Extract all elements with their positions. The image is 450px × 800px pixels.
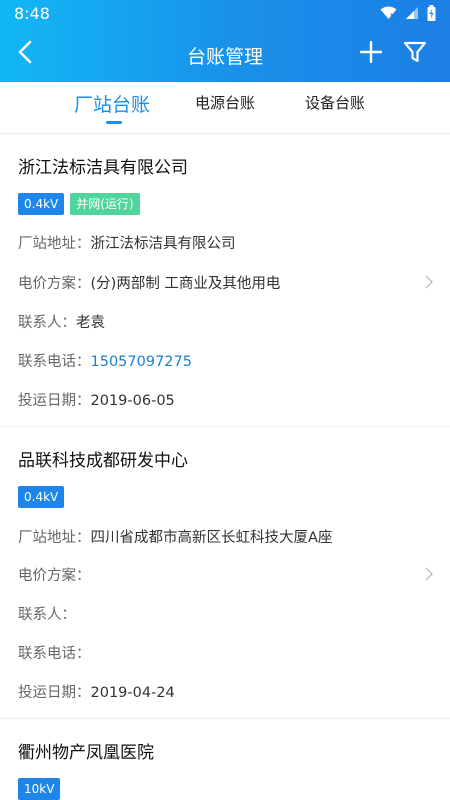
battery-icon <box>427 5 436 21</box>
phone-row: 联系电话：15057097275 <box>18 350 192 371</box>
voltage-badge: 0.4kV <box>18 486 65 508</box>
tab-active-indicator <box>106 121 122 124</box>
chevron-right-icon[interactable] <box>424 566 434 581</box>
contact-value: 老袁 <box>76 315 105 331</box>
station-card[interactable]: 衢州物产凤凰医院 10kV <box>0 719 450 800</box>
station-badges: 0.4kV <box>18 486 65 508</box>
station-list: 浙江法标洁具有限公司 0.4kV 并网(运行) 厂站地址：浙江法标洁具有限公司 … <box>0 135 450 800</box>
address-label: 厂站地址： <box>18 236 91 252</box>
commission-date-value: 2019-06-05 <box>90 393 175 409</box>
voltage-badge: 0.4kV <box>18 193 65 215</box>
contact-row: 联系人：老袁 <box>18 311 105 332</box>
voltage-badge: 10kV <box>18 778 61 800</box>
status-time: 8:48 <box>14 4 50 23</box>
phone-link[interactable]: 15057097275 <box>91 354 192 370</box>
address-row: 厂站地址：浙江法标洁具有限公司 <box>18 232 236 253</box>
tariff-label: 电价方案： <box>18 568 91 584</box>
address-value: 浙江法标洁具有限公司 <box>90 236 236 252</box>
station-name: 衢州物产凤凰医院 <box>18 743 154 763</box>
commission-date-label: 投运日期： <box>18 685 91 701</box>
tariff-label: 电价方案： <box>18 276 91 292</box>
station-badges: 0.4kV 并网(运行) <box>18 193 140 215</box>
station-card[interactable]: 浙江法标洁具有限公司 0.4kV 并网(运行) 厂站地址：浙江法标洁具有限公司 … <box>0 135 450 427</box>
signal-icon <box>405 6 419 20</box>
tariff-row: 电价方案：(分)两部制 工商业及其他用电 <box>18 272 280 293</box>
commission-date-row: 投运日期：2019-04-24 <box>18 681 175 702</box>
phone-row: 联系电话： <box>18 642 91 663</box>
address-row: 厂站地址：四川省成都市高新区长虹科技大厦A座 <box>18 526 332 547</box>
commission-date-label: 投运日期： <box>18 393 91 409</box>
contact-label: 联系人： <box>18 315 76 331</box>
phone-label: 联系电话： <box>18 646 91 662</box>
tab-bar: 厂站台账 电源台账 设备台账 <box>0 82 450 134</box>
address-label: 厂站地址： <box>18 530 91 546</box>
status-icons <box>380 5 436 21</box>
add-button[interactable] <box>355 37 387 71</box>
filter-button[interactable] <box>399 37 431 71</box>
station-name: 浙江法标洁具有限公司 <box>18 158 188 178</box>
tariff-value: (分)两部制 工商业及其他用电 <box>90 276 281 292</box>
station-name: 品联科技成都研发中心 <box>18 451 188 471</box>
contact-row: 联系人： <box>18 603 76 624</box>
app-header: 8:48 台账管理 <box>0 0 450 82</box>
tab-station-ledger[interactable]: 厂站台账 <box>74 90 150 117</box>
chevron-right-icon[interactable] <box>424 274 434 289</box>
commission-date-value: 2019-04-24 <box>90 685 175 701</box>
navbar: 台账管理 <box>0 28 450 82</box>
station-badges: 10kV <box>18 778 61 800</box>
phone-label: 联系电话： <box>18 354 91 370</box>
status-badge: 并网(运行) <box>70 193 140 215</box>
tariff-row: 电价方案： <box>18 564 91 585</box>
commission-date-row: 投运日期：2019-06-05 <box>18 389 175 410</box>
station-card[interactable]: 品联科技成都研发中心 0.4kV 厂站地址：四川省成都市高新区长虹科技大厦A座 … <box>0 427 450 719</box>
status-bar: 8:48 <box>0 0 450 28</box>
contact-label: 联系人： <box>18 607 76 623</box>
tab-power-ledger[interactable]: 电源台账 <box>195 92 255 113</box>
address-value: 四川省成都市高新区长虹科技大厦A座 <box>90 530 333 546</box>
wifi-icon <box>380 6 397 20</box>
plus-icon <box>359 40 383 67</box>
tab-equipment-ledger[interactable]: 设备台账 <box>305 92 365 113</box>
filter-icon <box>403 41 427 67</box>
